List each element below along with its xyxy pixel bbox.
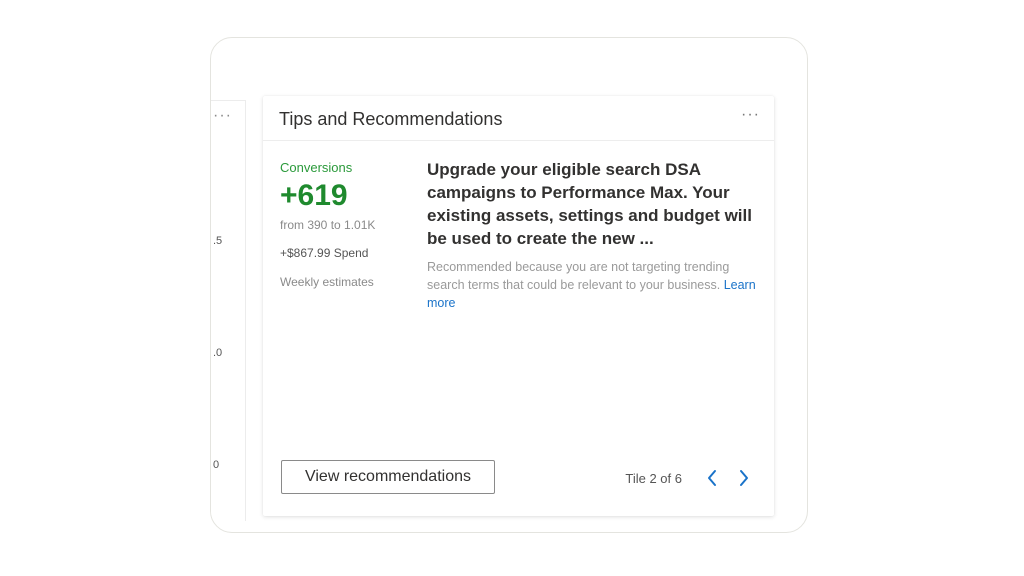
recommendation-body: Upgrade your eligible search DSA campaig… [427,158,757,312]
adjacent-card [211,100,246,521]
chevron-right-icon[interactable] [732,466,756,490]
axis-tick-label: .5 [213,235,223,247]
recommendation-headline: Upgrade your eligible search DSA campaig… [427,160,752,248]
metric-range: from 390 to 1.01K [280,218,376,232]
card-header: Tips and Recommendations ··· [263,96,774,141]
metric-label: Conversions [280,160,353,175]
card-title: Tips and Recommendations [279,109,503,129]
view-recommendations-button[interactable]: View recommendations [281,460,495,494]
metric-note: Weekly estimates [280,275,374,289]
tile-indicator: Tile 2 of 6 [625,470,682,486]
metric-spend: +$867.99 Spend [280,246,369,260]
axis-tick-label: 0 [213,459,220,471]
recommendation-reason: Recommended because you are not targetin… [427,258,757,312]
metric-summary: Conversions +619 from 390 to 1.01K +$867… [280,160,410,289]
adjacent-card-more-icon[interactable]: ··· [213,107,232,125]
chevron-left-icon[interactable] [700,466,724,490]
more-options-icon[interactable]: ··· [741,106,760,124]
metric-value: +619 [280,179,348,212]
recommendation-reason-text: Recommended because you are not targetin… [427,260,730,292]
widget-frame: ··· .5 .0 0 Tips and Recommendations ···… [210,37,808,533]
tile-pager: Tile 2 of 6 [625,466,756,490]
axis-tick-label: .0 [213,347,223,359]
recommendations-card: Tips and Recommendations ··· Conversions… [263,96,774,516]
